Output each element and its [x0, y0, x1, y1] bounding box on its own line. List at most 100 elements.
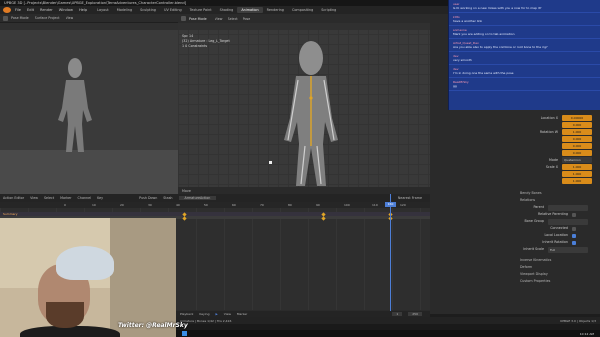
viewport-subheader-main	[178, 23, 430, 30]
marker-menu-foot[interactable]: Marker	[237, 312, 247, 316]
streamer-cap	[56, 246, 114, 280]
tab-layout[interactable]: Layout	[93, 7, 113, 13]
menu-window[interactable]: Window	[59, 8, 73, 12]
stream-chat-overlay: user Is IK working on a new mixes with yo…	[448, 0, 600, 110]
parent-field[interactable]	[548, 204, 588, 211]
menu-render[interactable]: Render	[40, 8, 53, 12]
local-location-checkbox[interactable]	[572, 233, 576, 238]
info-line-3: 1 0 Constraints	[182, 44, 208, 48]
start-frame-field[interactable]: 1	[392, 312, 403, 316]
viewport-subheader	[0, 23, 178, 30]
playback-menu[interactable]: Playback	[180, 312, 193, 316]
ruler-label: 50	[204, 203, 208, 207]
view-menu-foot[interactable]: View	[224, 312, 231, 316]
section-relations[interactable]: Relations	[520, 197, 598, 204]
pose-menu-main[interactable]: Pose	[243, 17, 251, 21]
twitter-handle: Twitter: @RealMrSky	[118, 322, 188, 329]
inherit-scale-dropdown[interactable]: Full	[548, 246, 588, 253]
select-menu-tl[interactable]: Select	[44, 196, 54, 200]
tab-shading[interactable]: Shading	[216, 7, 238, 13]
playhead-line[interactable]	[390, 194, 391, 312]
status-right: UPBGE 3.0 | Objects 1/3	[560, 318, 596, 323]
menu-file[interactable]: File	[15, 8, 21, 12]
view-menu[interactable]: View	[66, 16, 74, 20]
pose-mode-dropdown[interactable]: Pose Mode	[189, 17, 207, 21]
editor-type-icon[interactable]	[181, 16, 186, 21]
chat-message: very smooth	[453, 58, 472, 62]
camera-viewport[interactable]: Pose Mode Surface Project View	[0, 14, 178, 194]
section-inverse-kinematics[interactable]: Inverse Kinematics	[520, 257, 598, 264]
main-3d-viewport[interactable]: Pose Mode View Select Pose Spc 14 (32) A…	[178, 14, 430, 194]
tab-scripting[interactable]: Scripting	[317, 7, 340, 13]
mouse-cursor-icon	[269, 161, 272, 164]
inherit-rotation-checkbox[interactable]	[572, 240, 576, 245]
sections-list: Bendy Bones Relations Parent Relative Pa…	[520, 190, 598, 285]
end-frame-field[interactable]: 250	[408, 312, 422, 316]
webcam-shelf	[110, 218, 176, 337]
scale-z-field[interactable]: 1.000	[562, 177, 592, 184]
tab-sculpting[interactable]: Sculpting	[136, 7, 160, 13]
bone-group-field[interactable]	[548, 218, 588, 225]
ruler-label: 70	[260, 203, 264, 207]
rotation-mode-dropdown[interactable]: Quaternion	[562, 156, 592, 163]
view-menu-tl[interactable]: View	[30, 196, 38, 200]
rotation-w-field[interactable]: 1.000	[562, 128, 592, 135]
tab-texture-paint[interactable]: Texture Paint	[186, 7, 216, 13]
scale-y-field[interactable]: 1.000	[562, 170, 592, 177]
menu-edit[interactable]: Edit	[27, 8, 34, 12]
viewport-header-main: Pose Mode View Select Pose	[178, 14, 430, 23]
chat-message: have a another link	[453, 19, 483, 23]
tab-compositing[interactable]: Compositing	[288, 7, 317, 13]
local-location-label: Local Location	[544, 233, 568, 237]
relative-parenting-checkbox[interactable]	[572, 212, 576, 217]
scale-x-field[interactable]: 1.000	[562, 163, 592, 170]
action-name-field[interactable]: ArmatureAction	[178, 196, 217, 200]
orientation-dropdown[interactable]: Surface Project	[35, 16, 60, 20]
connected-checkbox[interactable]	[572, 226, 576, 231]
ruler-label: 100	[344, 203, 350, 207]
nearest-frame-dropdown[interactable]: Nearest Frame	[398, 196, 422, 200]
play-button-icon[interactable]: ▶	[215, 312, 217, 316]
ruler-label: 20	[120, 203, 124, 207]
start-menu-icon[interactable]	[182, 331, 187, 336]
rotation-z-field[interactable]: 0.000	[562, 149, 592, 156]
chat-message: I'm in doing one the same with the pose	[453, 71, 514, 75]
streamer-beard	[46, 302, 84, 328]
blender-logo-icon[interactable]	[3, 7, 11, 13]
ruler-label: 60	[232, 203, 236, 207]
key-menu-tl[interactable]: Key	[97, 196, 103, 200]
section-custom-properties[interactable]: Custom Properties	[520, 278, 598, 285]
editor-mode-dropdown[interactable]: Action Editor	[3, 196, 24, 200]
section-deform[interactable]: Deform	[520, 264, 598, 271]
tab-rendering[interactable]: Rendering	[263, 7, 288, 13]
chat-message: Are you able also to apply the combine o…	[453, 45, 548, 49]
rotation-x-field[interactable]: 0.000	[562, 135, 592, 142]
push-down-button[interactable]: Push Down	[139, 196, 157, 200]
location-y-field[interactable]: 0.000	[562, 121, 592, 128]
bone-transform-section: Location X 0.00000 0.000 Rotation W 1.000 …	[516, 114, 600, 184]
status-bar: Armature | Bones 1/42 | Tris 2,416 UPBGE…	[176, 317, 600, 324]
inherit-scale-label: Inherit Scale	[523, 247, 544, 251]
keying-menu[interactable]: Keying	[199, 312, 209, 316]
current-frame-indicator[interactable]: 160	[385, 202, 396, 207]
ruler-label: 90	[316, 203, 320, 207]
tab-modeling[interactable]: Modeling	[113, 7, 136, 13]
editor-type-icon[interactable]	[3, 15, 8, 21]
mode-dropdown[interactable]: Pose Mode	[11, 16, 29, 20]
menu-help[interactable]: Help	[79, 8, 87, 12]
channel-menu-tl[interactable]: Channel	[78, 196, 92, 200]
stash-button[interactable]: Stash	[163, 196, 172, 200]
section-viewport-display[interactable]: Viewport Display	[520, 271, 598, 278]
section-bendy-bones[interactable]: Bendy Bones	[520, 190, 598, 197]
viewport-footer: Move	[178, 187, 430, 194]
tab-uv-editing[interactable]: UV Editing	[160, 7, 186, 13]
character-model-small	[58, 58, 92, 152]
select-menu-main[interactable]: Select	[228, 17, 238, 21]
marker-menu-tl[interactable]: Marker	[60, 196, 71, 200]
action-editor-header: Action Editor View Select Marker Channel…	[0, 194, 430, 202]
location-x-field[interactable]: 0.00000	[562, 114, 592, 121]
rotation-y-field[interactable]: 0.000	[562, 142, 592, 149]
view-menu-main[interactable]: View	[215, 17, 223, 21]
mode-label: Mode	[549, 157, 558, 162]
tab-animation[interactable]: Animation	[237, 7, 263, 13]
